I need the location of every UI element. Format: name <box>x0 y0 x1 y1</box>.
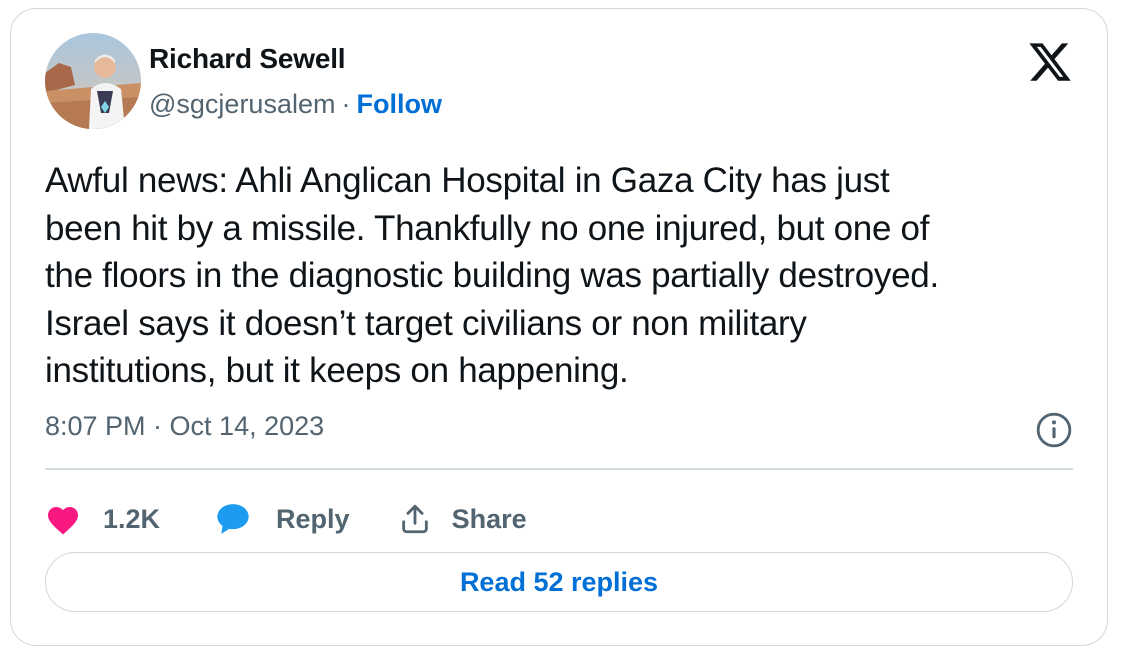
action-bar: 1.2K Reply Share <box>45 491 527 547</box>
heart-icon <box>45 502 81 536</box>
tweet-card: Richard Sewell @sgcjerusalem · Follow Awfu… <box>10 8 1108 646</box>
author-handle-row: @sgcjerusalem · Follow <box>149 89 442 120</box>
author-name[interactable]: Richard Sewell <box>149 43 346 75</box>
avatar-photo <box>45 33 141 129</box>
separator-dot: · <box>341 89 351 119</box>
x-logo-icon[interactable] <box>1027 39 1073 85</box>
speech-bubble-icon <box>214 501 252 537</box>
tweet-text: Awful news: Ahli Anglican Hospital in Ga… <box>45 161 939 390</box>
share-button[interactable]: Share <box>398 502 527 536</box>
reply-label: Reply <box>276 503 350 534</box>
timestamp[interactable]: 8:07 PM · Oct 14, 2023 <box>45 411 324 442</box>
info-icon[interactable] <box>1035 411 1073 449</box>
avatar[interactable] <box>45 33 141 129</box>
share-label: Share <box>451 503 527 534</box>
author-handle[interactable]: @sgcjerusalem <box>149 89 335 119</box>
like-count: 1.2K <box>103 503 161 534</box>
follow-button[interactable]: Follow <box>356 89 441 119</box>
divider <box>45 468 1073 470</box>
read-replies-button[interactable]: Read 52 replies <box>45 552 1073 612</box>
like-button[interactable]: 1.2K <box>45 502 160 536</box>
reply-button[interactable]: Reply <box>214 501 350 537</box>
share-upload-icon <box>398 502 432 536</box>
